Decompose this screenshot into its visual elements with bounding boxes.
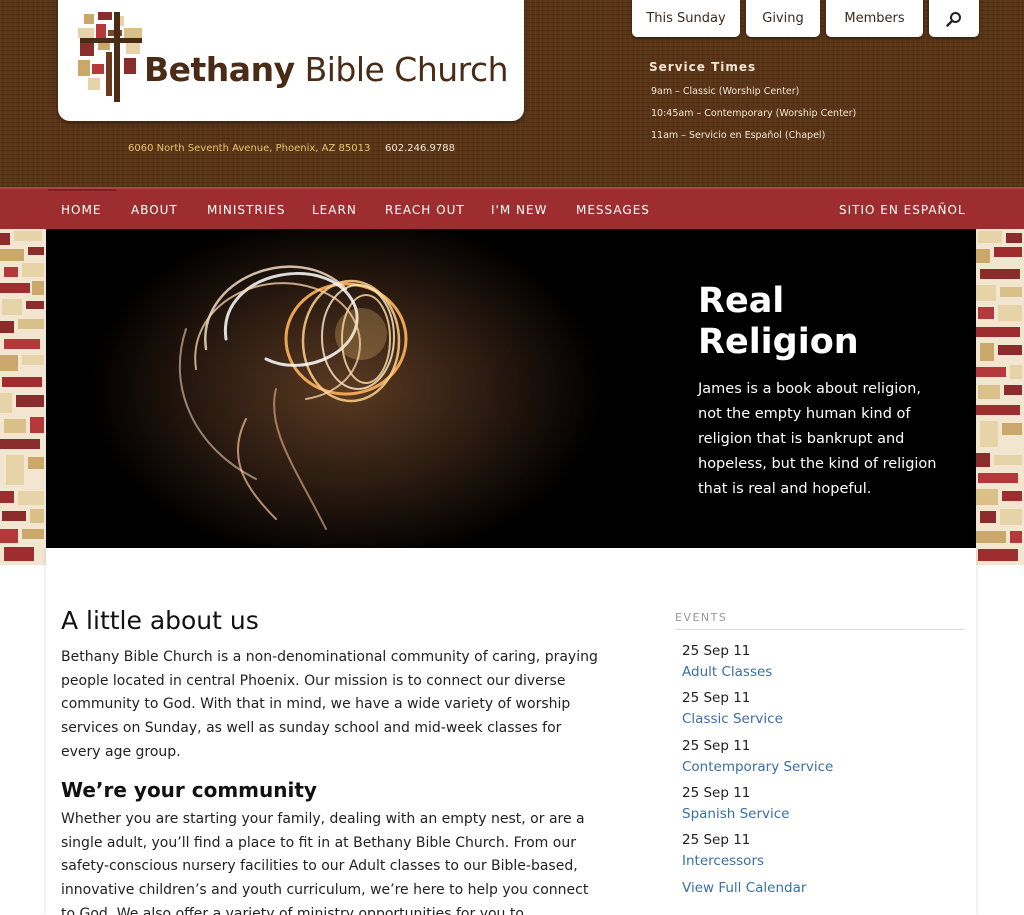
nav-im-new[interactable]: I'M NEW [491, 203, 547, 217]
hero-title: Real Religion [698, 281, 859, 362]
event-link[interactable]: Spanish Service [682, 806, 790, 822]
service-times-heading: Service Times [649, 60, 757, 74]
event-date: 25 Sep 11 [682, 738, 751, 754]
main-nav: HOME ABOUT MINISTRIES LEARN REACH OUT I'… [0, 187, 1024, 229]
address-text: 6060 North Seventh Avenue, Phoenix, AZ 8… [128, 143, 371, 154]
hero-banner[interactable]: Real Religion James is a book about reli… [46, 229, 976, 548]
service-time-line: 10:45am – Contemporary (Worship Center) [651, 108, 857, 119]
lightbulb-filament-image [178, 265, 408, 530]
site-header: Bethany Bible Church 6060 North Seventh … [0, 0, 1024, 187]
giving-tab[interactable]: Giving [746, 0, 820, 37]
members-tab[interactable]: Members [826, 0, 923, 37]
hero-description: James is a book about religion, not the … [698, 381, 937, 497]
phone-text[interactable]: 602.246.9788 [385, 143, 455, 154]
nav-ministries[interactable]: MINISTRIES [207, 203, 285, 217]
active-nav-indicator [48, 189, 116, 191]
utility-tabs: This Sunday Giving Members [632, 0, 979, 38]
logo-link[interactable]: Bethany Bible Church [58, 0, 524, 121]
search-button[interactable] [929, 0, 979, 37]
event-date: 25 Sep 11 [682, 643, 751, 659]
event-link[interactable]: Adult Classes [682, 664, 772, 680]
event-link[interactable]: Contemporary Service [682, 759, 833, 775]
cross-mosaic-logo-icon [78, 12, 142, 102]
event-link[interactable]: Classic Service [682, 711, 783, 727]
event-date: 25 Sep 11 [682, 690, 751, 706]
view-full-calendar-link[interactable]: View Full Calendar [682, 880, 806, 896]
nav-about[interactable]: ABOUT [131, 203, 178, 217]
service-time-line: 11am – Servicio en Español (Chapel) [651, 130, 826, 141]
about-heading: A little about us [61, 606, 259, 635]
community-paragraph: Whether you are starting your family, de… [61, 811, 589, 915]
community-heading: We’re your community [61, 778, 317, 802]
service-time-line: 9am – Classic (Worship Center) [651, 86, 800, 97]
nav-messages[interactable]: MESSAGES [576, 203, 650, 217]
nav-home[interactable]: HOME [61, 203, 101, 217]
events-divider [675, 629, 965, 630]
nav-learn[interactable]: LEARN [312, 203, 357, 217]
mosaic-pattern-right [976, 229, 1024, 565]
this-sunday-tab[interactable]: This Sunday [632, 0, 740, 37]
event-link[interactable]: Intercessors [682, 853, 764, 869]
event-date: 25 Sep 11 [682, 785, 751, 801]
mosaic-pattern-left [0, 229, 46, 565]
events-heading: EVENTS [675, 611, 728, 624]
about-paragraph: Bethany Bible Church is a non-denominati… [61, 649, 598, 760]
nav-spanish-site[interactable]: SITIO EN ESPAÑOL [839, 203, 966, 217]
event-date: 25 Sep 11 [682, 832, 751, 848]
nav-reach-out[interactable]: REACH OUT [385, 203, 465, 217]
site-title: Bethany Bible Church [144, 50, 509, 89]
search-icon [946, 11, 961, 27]
